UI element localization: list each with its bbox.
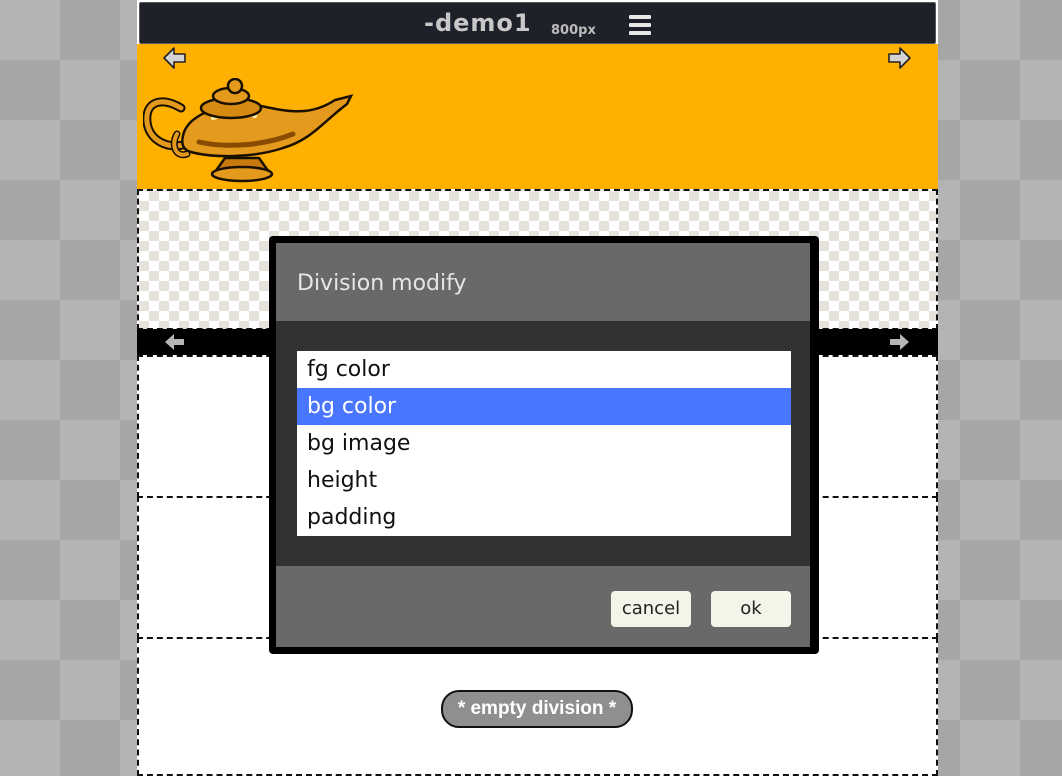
cancel-button[interactable]: cancel (611, 591, 691, 627)
arrow-right-icon[interactable] (886, 45, 912, 71)
dialog-header: Division modify (276, 243, 810, 321)
hamburger-menu-icon[interactable] (629, 15, 651, 37)
division-modify-dialog: Division modify fg color bg color bg ima… (269, 236, 819, 654)
width-label: 800px (551, 23, 596, 38)
dialog-body: fg color bg color bg image height paddin… (276, 321, 810, 566)
option-height[interactable]: height (297, 462, 791, 499)
option-bg-color[interactable]: bg color (297, 388, 791, 425)
dialog-footer: cancel ok (276, 566, 810, 647)
arrow-left-icon[interactable] (162, 329, 188, 355)
top-bar: -demo1 800px (139, 2, 936, 44)
banner-division[interactable] (137, 44, 938, 189)
property-listbox[interactable]: fg color bg color bg image height paddin… (297, 351, 791, 536)
magic-lamp-image (143, 78, 354, 183)
ok-button[interactable]: ok (711, 591, 791, 627)
arrow-right-icon[interactable] (886, 329, 912, 355)
option-fg-color[interactable]: fg color (297, 351, 791, 388)
option-bg-image[interactable]: bg image (297, 425, 791, 462)
dialog-title: Division modify (297, 271, 467, 296)
page-title: -demo1 (424, 9, 532, 37)
option-padding[interactable]: padding (297, 499, 791, 536)
empty-division-label: * empty division * (441, 690, 633, 728)
arrow-left-icon[interactable] (162, 45, 188, 71)
